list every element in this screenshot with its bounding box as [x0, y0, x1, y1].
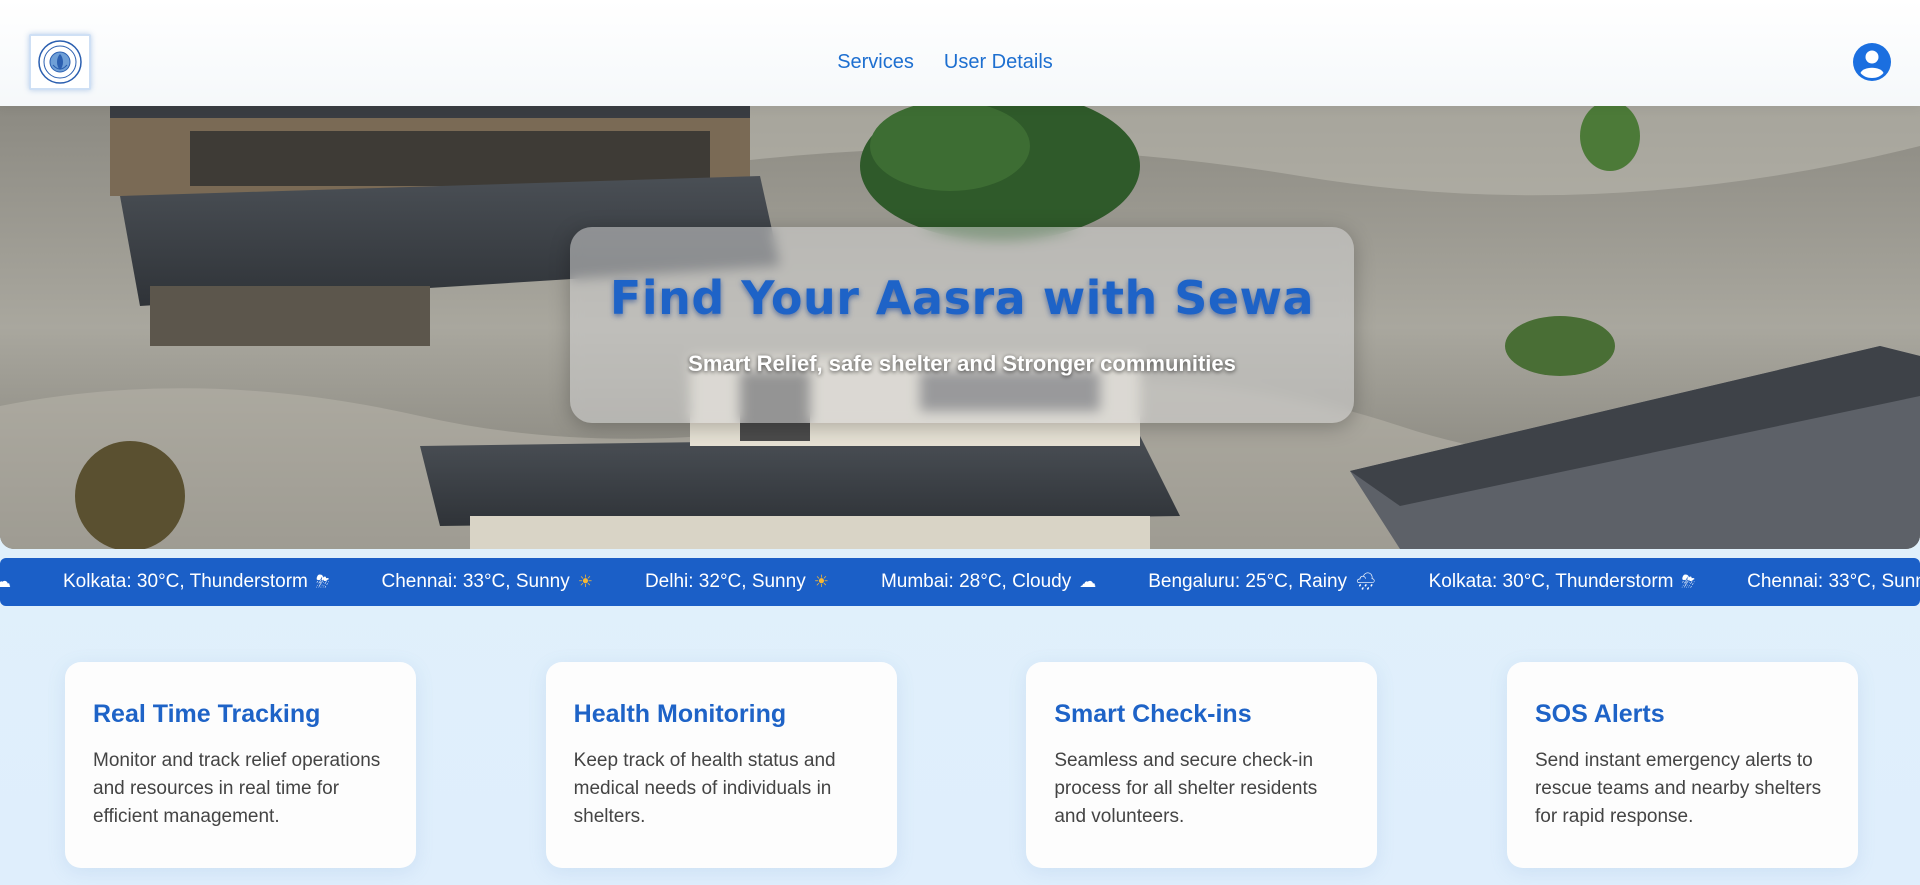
ticker-track: ☁ Kolkata: 30°C, Thunderstorm ⛈ Chennai:…: [0, 558, 1920, 606]
hero-subtitle: Smart Relief, safe shelter and Stronger …: [688, 351, 1236, 376]
ticker-item: Chennai: 33°C, Sunny ☀: [355, 571, 618, 593]
ticker-text: Mumbai: 28°C, Cloudy: [880, 571, 1072, 592]
ticker-item: Mumbai: 28°C, Cloudy ☁: [855, 571, 1122, 593]
feature-card-smart-check-ins[interactable]: Smart Check-ins Seamless and secure chec…: [1026, 662, 1378, 868]
card-description: Monitor and track relief operations and …: [93, 750, 381, 827]
cloud-icon: ☁: [1079, 572, 1097, 591]
user-profile-icon: [1853, 43, 1891, 81]
sun-icon: ☀: [577, 572, 593, 591]
ticker-item: Bengaluru: 25°C, Rainy 🌧: [1122, 571, 1402, 593]
organization-logo[interactable]: [29, 34, 91, 90]
ticker-text: Chennai: 33°C, Sunny: [1747, 571, 1920, 592]
card-title: Real Time Tracking: [93, 700, 321, 728]
ticker-text: Kolkata: 30°C, Thunderstorm: [1428, 571, 1674, 592]
card-description: Send instant emergency alerts to rescue …: [1534, 750, 1822, 827]
feature-cards: Real Time Tracking Monitor and track rel…: [65, 662, 1858, 868]
hero-title: Find Your Aasra with Sewa: [609, 271, 1315, 325]
ticker-item: Kolkata: 30°C, Thunderstorm ⛈: [37, 571, 355, 593]
ticker-item: Chennai: 33°C, Sunny ☀: [1721, 571, 1920, 593]
card-title: SOS Alerts: [1534, 700, 1665, 728]
ticker-text: Bengaluru: 25°C, Rainy: [1148, 571, 1348, 592]
card-description: Seamless and secure check-in process for…: [1054, 750, 1318, 827]
thunderstorm-icon: ⛈: [315, 572, 330, 591]
ticker-item: Delhi: 32°C, Sunny ☀: [619, 571, 855, 593]
nav-link-services[interactable]: Services: [837, 51, 914, 74]
ticker-text: Chennai: 33°C, Sunny: [381, 571, 570, 592]
feature-card-real-time-tracking[interactable]: Real Time Tracking Monitor and track rel…: [65, 662, 416, 868]
weather-ticker: ☁ Kolkata: 30°C, Thunderstorm ⛈ Chennai:…: [0, 558, 1920, 606]
hero-section: Find Your Aasra with Sewa Smart Relief, …: [0, 106, 1920, 549]
feature-card-sos-alerts[interactable]: SOS Alerts Send instant emergency alerts…: [1506, 662, 1858, 868]
hero-banner: Find Your Aasra with Sewa Smart Relief, …: [570, 227, 1354, 423]
ticker-item: Kolkata: 30°C, Thunderstorm ⛈: [1403, 571, 1721, 593]
ticker-text: Delhi: 32°C, Sunny: [644, 571, 806, 592]
card-description: Keep track of health status and medical …: [573, 750, 836, 827]
organization-seal-icon: [38, 40, 82, 84]
top-navbar: Services User Details: [0, 0, 1920, 106]
ticker-text: Kolkata: 30°C, Thunderstorm: [63, 571, 308, 592]
ticker-item-cut: ☁: [0, 572, 37, 592]
thunderstorm-icon: ⛈: [1681, 572, 1696, 591]
user-profile-button[interactable]: [1852, 42, 1892, 82]
cloud-icon: ☁: [0, 572, 11, 591]
sun-icon: ☀: [813, 572, 829, 591]
card-title: Health Monitoring: [573, 700, 787, 728]
nav-link-user-details[interactable]: User Details: [944, 51, 1053, 74]
rain-cloud-icon: 🌧: [1355, 572, 1377, 591]
card-title: Smart Check-ins: [1054, 700, 1252, 728]
feature-card-health-monitoring[interactable]: Health Monitoring Keep track of health s…: [545, 662, 897, 868]
main-nav: Services User Details: [837, 51, 1053, 74]
